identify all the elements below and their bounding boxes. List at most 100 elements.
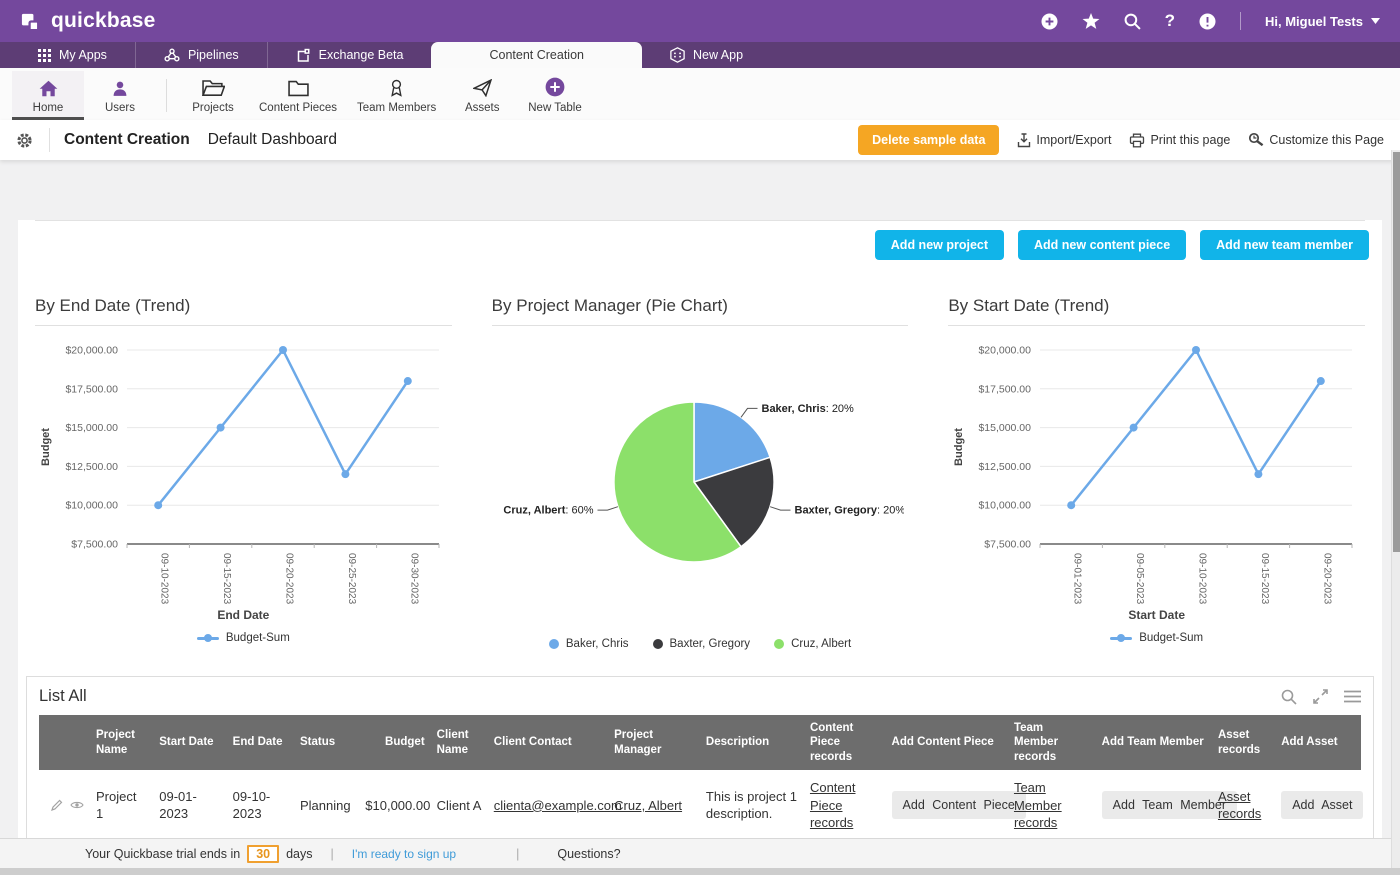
add-team-member-button[interactable]: Add Team Member (1101, 791, 1238, 820)
toolbar-item-label: Home (32, 102, 64, 114)
user-menu[interactable]: Hi, Miguel Tests (1265, 14, 1380, 29)
quickbase-logo-icon (20, 10, 43, 33)
chart-title: By End Date (Trend) (35, 296, 452, 326)
folder-icon (287, 77, 309, 97)
import-export-icon (1017, 132, 1031, 148)
chart-legend: Budget-Sum (35, 632, 452, 644)
column-header-project-manager: Project Manager (608, 715, 700, 771)
legend-budget-sum[interactable]: Budget-Sum (1110, 632, 1203, 644)
legend-label: Budget-Sum (1139, 632, 1204, 644)
bottom-scrollbar-strip (0, 868, 1400, 875)
page-content: Add new project Add new content piece Ad… (0, 160, 1400, 875)
add-content-piece-button[interactable]: Add Content Piece (891, 791, 1026, 820)
print-label: Print this page (1150, 133, 1231, 147)
print-page-button[interactable]: Print this page (1129, 133, 1230, 148)
tab-pipelines[interactable]: Pipelines (134, 42, 267, 68)
tab-exchange-beta[interactable]: Exchange Beta (266, 42, 432, 68)
printer-icon (1129, 133, 1145, 148)
cell-add-asset: Add Asset (1275, 770, 1364, 842)
pie-chart-legend: Baker, Chris Baxter, Gregory Cruz, Albert (492, 638, 909, 650)
toolbar-item-new-table[interactable]: New Table (518, 71, 592, 120)
cell-asset-records: Asset records (1211, 770, 1276, 842)
chevron-down-icon (1371, 18, 1380, 24)
content-piece-records-link[interactable]: Content Piece records (810, 780, 856, 830)
trial-separator: | (330, 846, 334, 861)
column-header-project-name: Project Name (90, 715, 154, 771)
cell-budget: $10,000.00 (359, 770, 431, 842)
table-menu-icon[interactable] (1344, 690, 1361, 703)
by-start-date-trend-section: By Start Date (Trend) $7,500.00 $10,000.0… (948, 296, 1366, 650)
cell-project-manager: Cruz, Albert (608, 770, 700, 842)
legend-label: Baker, Chris (565, 638, 629, 650)
search-icon[interactable] (1124, 13, 1141, 30)
add-asset-button[interactable]: Add Asset (1281, 791, 1364, 820)
svg-text:$17,500.00: $17,500.00 (979, 383, 1032, 395)
view-eye-icon[interactable] (70, 800, 84, 810)
toolbar-item-label: Content Pieces (259, 102, 337, 114)
header-divider (49, 128, 50, 152)
quickbase-logo[interactable]: quickbase (20, 9, 156, 33)
trial-banner: Your Quickbase trial ends in 30 days | I… (0, 838, 1400, 868)
tab-my-apps[interactable]: My Apps (10, 42, 135, 68)
toolbar-item-projects[interactable]: Projects (177, 71, 249, 120)
column-header-status: Status (293, 715, 360, 771)
legend-label: Cruz, Albert (791, 638, 852, 650)
settings-gear-icon[interactable] (16, 132, 33, 149)
scrollbar-thumb[interactable] (1393, 152, 1400, 552)
tab-label: Exchange Beta (318, 48, 404, 62)
legend-baxter-gregory[interactable]: Baxter, Gregory (652, 638, 750, 650)
chart-legend: Budget-Sum (948, 632, 1365, 644)
toolbar-item-home[interactable]: Home (12, 71, 84, 120)
toolbar-item-label: Projects (192, 102, 234, 114)
delete-sample-data-button[interactable]: Delete sample data (858, 125, 1000, 155)
edit-pencil-icon[interactable] (51, 799, 63, 812)
project-manager-link[interactable]: Cruz, Albert (614, 798, 682, 813)
user-greeting: Hi, Miguel Tests (1265, 13, 1363, 29)
questions-link[interactable]: Questions? (557, 847, 620, 861)
signup-link[interactable]: I'm ready to sign up (352, 847, 456, 861)
asset-records-link[interactable]: Asset records (1218, 789, 1261, 822)
top-app-bar: quickbase ? Hi, Miguel Tests (0, 0, 1400, 42)
legend-baker-chris[interactable]: Baker, Chris (548, 638, 629, 650)
app-tabs: My Apps Pipelines Exchange Beta Content Cre… (0, 42, 1400, 68)
table-search-icon[interactable] (1281, 689, 1297, 705)
list-all-title: List All (39, 687, 87, 705)
table-expand-icon[interactable] (1313, 689, 1328, 704)
tab-new-app[interactable]: New App (642, 42, 771, 68)
toolbar-item-users[interactable]: Users (84, 71, 156, 120)
legend-cruz-albert[interactable]: Cruz, Albert (774, 638, 851, 650)
help-icon[interactable]: ? (1165, 11, 1175, 31)
svg-text:$7,500.00: $7,500.00 (71, 539, 118, 551)
svg-text:$10,000.00: $10,000.00 (65, 500, 118, 512)
import-export-button[interactable]: Import/Export (1017, 132, 1111, 148)
quick-actions-row: Add new project Add new content piece Ad… (18, 221, 1382, 260)
toolbar-item-assets[interactable]: Assets (446, 71, 518, 120)
svg-text:Budget: Budget (40, 428, 52, 466)
vertical-scrollbar[interactable] (1391, 150, 1400, 868)
team-member-records-link[interactable]: Team Member records (1014, 780, 1062, 830)
add-new-content-piece-button[interactable]: Add new content piece (1018, 230, 1187, 260)
toolbar-item-team-members[interactable]: Team Members (347, 71, 446, 120)
trial-days-word: days (286, 846, 313, 861)
customize-page-button[interactable]: Customize this Page (1248, 132, 1384, 148)
tab-label: Pipelines (187, 48, 239, 62)
client-contact-link[interactable]: clienta@example.com (494, 798, 622, 813)
cell-project-name: Project 1 (90, 770, 154, 842)
cell-team-member-records: Team Member records (1007, 770, 1096, 842)
svg-text:09-10-2023: 09-10-2023 (1197, 553, 1208, 605)
add-new-project-button[interactable]: Add new project (874, 230, 1005, 260)
app-name: Content Creation (64, 131, 190, 148)
tab-content-creation[interactable]: Content Creation (431, 42, 642, 68)
cell-client-contact: clienta@example.com (487, 770, 622, 842)
add-icon[interactable] (1041, 13, 1058, 30)
by-end-date-trend-chart: $7,500.00 $10,000.00 $12,500.00 $15,000.00 $… (35, 332, 452, 614)
svg-text:$15,000.00: $15,000.00 (65, 422, 118, 434)
column-header-client-name: Client Name (430, 715, 488, 771)
favorites-star-icon[interactable] (1082, 12, 1100, 30)
add-new-team-member-button[interactable]: Add new team member (1200, 230, 1369, 260)
toolbar-item-content-pieces[interactable]: Content Pieces (249, 71, 347, 120)
svg-text:$10,000.00: $10,000.00 (979, 500, 1032, 512)
pipelines-icon (164, 48, 180, 62)
legend-budget-sum[interactable]: Budget-Sum (196, 632, 290, 644)
notifications-icon[interactable] (1199, 13, 1216, 30)
